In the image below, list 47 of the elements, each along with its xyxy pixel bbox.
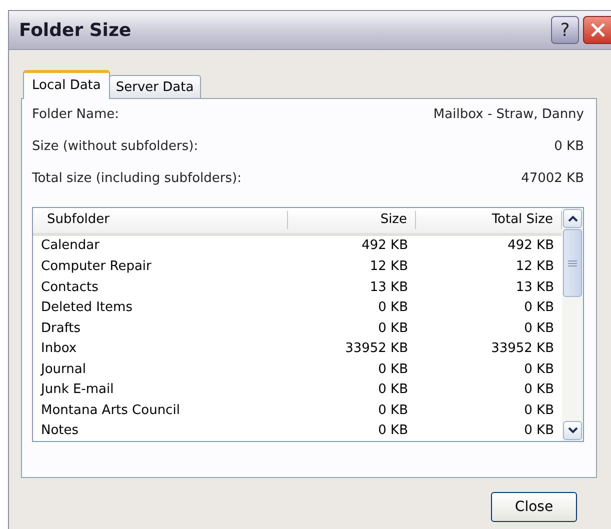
table-cell-text: 33952 KB (490, 341, 555, 356)
help-button[interactable]: ? (551, 16, 579, 44)
table-cell-text: Contacts (40, 280, 100, 295)
table-cell-text: Montana Arts Council (40, 402, 181, 418)
close-button[interactable] (583, 16, 611, 44)
table-cell-text: 0 KB (377, 382, 409, 398)
table-cell-text: 0 KB (523, 320, 555, 336)
table-cell-text: 0 KB (523, 402, 555, 418)
table-cell-text: 0 KB (377, 320, 409, 336)
tab[interactable]: Local Data (23, 70, 110, 99)
table-cell-text: 0 KB (377, 362, 409, 377)
column-header[interactable]: Size (288, 211, 416, 230)
grip-icon (568, 260, 577, 266)
table-cell-text: 13 KB (368, 280, 409, 295)
table-cell-text: Drafts (40, 320, 82, 336)
window-title: Folder Size (19, 20, 132, 40)
field-value: Mailbox - Straw, Danny (433, 107, 584, 122)
table-cell-text: 12 KB (514, 259, 555, 274)
table-cell-text: 13 KB (514, 280, 555, 295)
table-cell-text: 0 KB (377, 402, 409, 418)
close-dialog-button[interactable]: Close (491, 492, 577, 522)
table-cell-text: 12 KB (368, 259, 409, 274)
column-header[interactable]: Subfolder (33, 211, 288, 230)
table-cell-text: Journal (39, 362, 87, 377)
table-cell-text: 492 KB (360, 238, 409, 254)
table-cell-text: 0 KB (523, 300, 555, 316)
table-cell-text: 0 KB (523, 382, 555, 398)
table-cell-text: Computer Repair (40, 259, 152, 274)
table-cell-text: Deleted Items (40, 300, 134, 316)
field-value: 47002 KB (521, 171, 584, 186)
field-label: Size (without subfolders): (32, 139, 198, 154)
close-icon[interactable] (588, 21, 606, 39)
field-label: Folder Name: (32, 107, 120, 122)
table-cell-text: Notes (40, 423, 80, 438)
table-cell-text: Calendar (40, 238, 100, 254)
table-cell-text: 33952 KB (344, 341, 409, 356)
field-value: 0 KB (554, 139, 584, 154)
table-cell-text: 0 KB (523, 423, 555, 438)
table-cell-text: Junk E-mail (39, 382, 115, 398)
tab[interactable]: Server Data (108, 75, 201, 98)
table-cell-text: Inbox (40, 341, 78, 356)
field-label: Total size (including subfolders): (32, 171, 242, 186)
table-cell-text: 492 KB (506, 238, 555, 254)
scrollbar[interactable] (562, 208, 583, 441)
table-cell-text: 0 KB (377, 423, 409, 438)
table-cell-text: 0 KB (523, 362, 555, 377)
table-cell-text: 0 KB (377, 300, 409, 316)
